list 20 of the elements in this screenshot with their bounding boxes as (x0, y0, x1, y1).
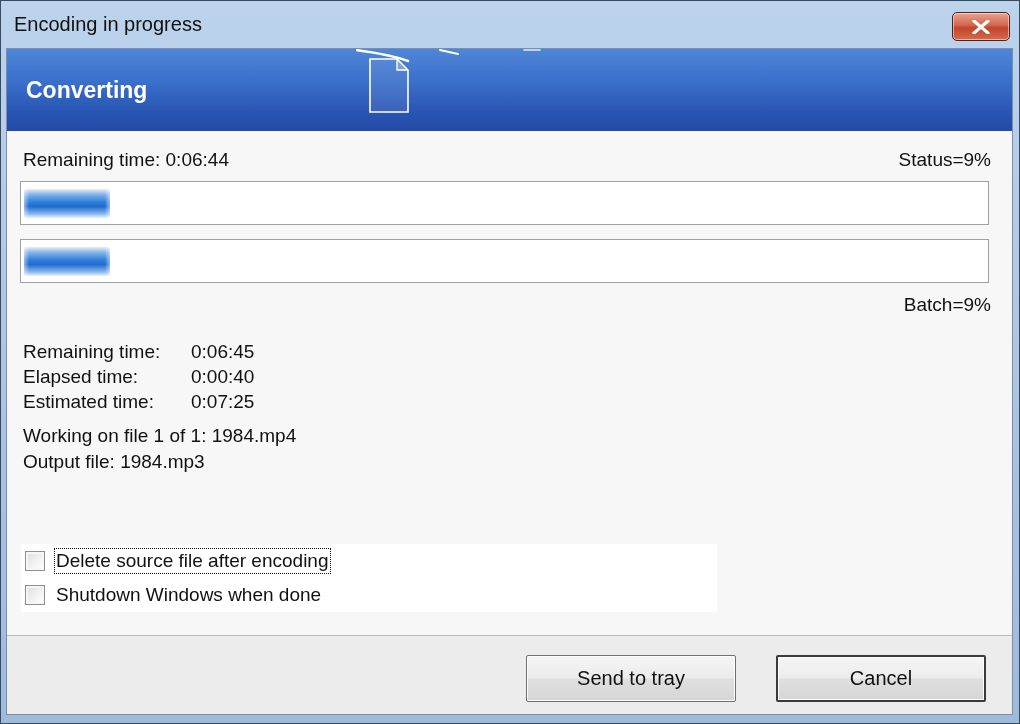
dialog-button[interactable]: Send to tray (526, 654, 736, 702)
window-title: Encoding in progress (14, 13, 202, 36)
checkbox[interactable] (25, 585, 45, 605)
output-file-text: Output file: 1984.mp3 (23, 450, 205, 474)
time-label: Estimated time: (23, 390, 154, 413)
time-value: 0:06:45 (191, 340, 255, 363)
time-value: 0:00:40 (191, 365, 255, 388)
banner-title: Converting (26, 76, 149, 104)
close-icon (972, 19, 990, 34)
status-percent: Status=9% (898, 149, 991, 171)
time-label: Remaining time: (23, 340, 161, 363)
batch-percent: Batch=9% (903, 294, 991, 316)
checkbox[interactable] (25, 551, 45, 571)
dialog-button[interactable]: Cancel (776, 654, 986, 702)
close-button[interactable] (952, 12, 1010, 41)
time-value: 0:07:25 (191, 390, 255, 413)
checkbox-label[interactable]: Delete source file after encoding (54, 548, 331, 574)
working-file-text: Working on file 1 of 1: 1984.mp4 (23, 424, 297, 448)
time-label: Elapsed time: (23, 365, 139, 388)
remaining-time-text: Remaining time: 0:06:44 (23, 149, 229, 171)
